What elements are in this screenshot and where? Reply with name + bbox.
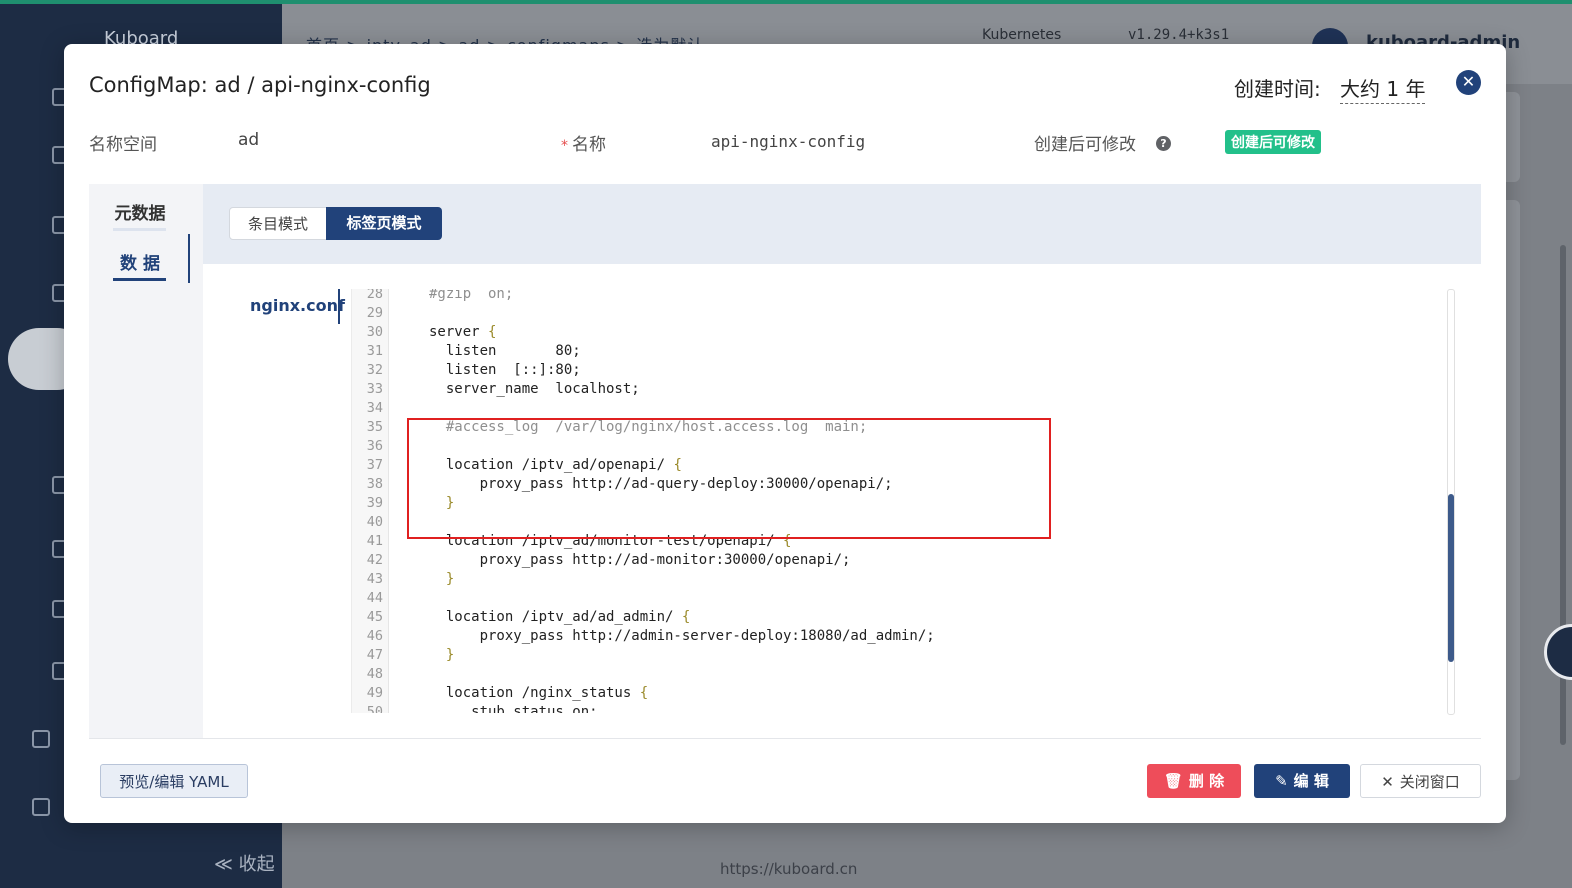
line-number: 34 xyxy=(366,400,383,416)
line-number: 50 xyxy=(366,704,383,713)
configmap-dialog: ConfigMap: ad / api-nginx-config 创建时间: 大… xyxy=(64,44,1506,823)
line-number: 44 xyxy=(366,590,383,606)
editable-tag: 创建后可修改 xyxy=(1225,130,1321,154)
line-number: 28 xyxy=(366,289,383,302)
content-body: nginx.conf 28 #gzip on; 29 30 server { 31 lis… xyxy=(203,264,1481,738)
edit-button[interactable]: ✎ 编 辑 xyxy=(1254,764,1350,798)
line-number: 47 xyxy=(366,647,383,663)
code-line: location /iptv_ad/openapi/ { xyxy=(429,457,682,473)
editor-scrollbar-thumb[interactable] xyxy=(1448,494,1454,662)
code-line: server_name localhost; xyxy=(429,381,640,397)
trash-icon: 🗑 xyxy=(1163,772,1183,790)
code-line: #gzip on; xyxy=(429,289,514,302)
code-line: proxy_pass http://ad-query-deploy:30000/… xyxy=(429,476,893,492)
line-number: 30 xyxy=(366,324,383,340)
file-tab-indicator xyxy=(338,289,340,324)
code-line: server { xyxy=(429,324,497,340)
background-footer: https://kuboard.cn xyxy=(720,860,858,878)
line-number: 49 xyxy=(366,685,383,701)
code-line: proxy_pass http://admin-server-deploy:18… xyxy=(429,628,935,644)
required-star: * xyxy=(561,138,568,154)
line-number: 48 xyxy=(366,666,383,682)
background-k8s-version: v1.29.4+k3s1 xyxy=(1128,27,1230,43)
tab-metadata[interactable]: 元数据 xyxy=(114,199,166,224)
line-number: 43 xyxy=(366,571,383,587)
close-window-label: 关闭窗口 xyxy=(1399,773,1460,791)
code-line: } xyxy=(445,571,455,587)
line-number: 33 xyxy=(366,381,383,397)
line-number: 41 xyxy=(366,533,383,549)
sidebar-external-icon[interactable] xyxy=(32,798,50,816)
mode-toolbar: 条目模式 标签页模式 xyxy=(203,184,1481,264)
code-line: listen [::]:80; xyxy=(429,362,581,378)
code-line: location /iptv_ad/ad_admin/ { xyxy=(429,609,691,625)
line-number: 29 xyxy=(366,305,383,321)
code-line: location /nginx_status { xyxy=(429,685,649,701)
line-number: 39 xyxy=(366,495,383,511)
line-number: 40 xyxy=(366,514,383,530)
name-label: * 名称 xyxy=(561,130,606,155)
code-line: #access_log /var/log/nginx/host.access.l… xyxy=(429,419,868,435)
code-line: proxy_pass http://ad-monitor:30000/opena… xyxy=(429,552,851,568)
name-value: api-nginx-config xyxy=(711,132,866,151)
help-icon[interactable]: ? xyxy=(1156,136,1171,151)
name-label-text: 名称 xyxy=(572,135,606,155)
created-time-label: 创建时间: xyxy=(1234,77,1321,101)
editable-label: 创建后可修改 xyxy=(1034,135,1136,155)
line-number: 46 xyxy=(366,628,383,644)
line-number: 37 xyxy=(366,457,383,473)
tab-data-underline xyxy=(113,278,166,281)
file-tab-nginx-conf[interactable]: nginx.conf xyxy=(250,296,345,315)
pencil-icon: ✎ xyxy=(1275,772,1288,790)
delete-button[interactable]: 🗑 删 除 xyxy=(1147,764,1241,798)
sidebar-lock-icon[interactable] xyxy=(32,730,50,748)
line-number: 35 xyxy=(366,419,383,435)
created-time-value: 大约 1 年 xyxy=(1340,73,1426,104)
sidebar-collapse[interactable]: ≪ 收起 xyxy=(214,850,275,876)
code-line: } xyxy=(445,647,455,663)
line-number: 32 xyxy=(366,362,383,378)
line-number: 45 xyxy=(366,609,383,625)
code-line: } xyxy=(445,495,455,511)
active-tab-indicator xyxy=(188,234,190,283)
namespace-label: 名称空间 xyxy=(89,135,157,155)
code-line: location /iptv_ad/monitor-test/openapi/ … xyxy=(429,533,792,549)
line-number: 42 xyxy=(366,552,383,568)
delete-label: 删 除 xyxy=(1188,772,1225,790)
tab-mode-button[interactable]: 标签页模式 xyxy=(326,207,442,240)
code-editor[interactable]: 28 #gzip on; 29 30 server { 31 listen 80; 32 l… xyxy=(351,289,1451,713)
x-icon: ✕ xyxy=(1381,773,1394,791)
code-line: listen 80; xyxy=(429,343,581,359)
preview-yaml-button[interactable]: 预览/编辑 YAML xyxy=(100,764,248,798)
close-window-button[interactable]: ✕ 关闭窗口 xyxy=(1360,764,1481,798)
data-panel: 元数据 数 据 条目模式 标签页模式 nginx.conf 28 #gzip on… xyxy=(89,184,1481,739)
entry-mode-button[interactable]: 条目模式 xyxy=(229,207,327,240)
namespace-value: ad xyxy=(238,130,260,150)
close-icon[interactable]: ✕ xyxy=(1456,70,1481,95)
edit-label: 编 辑 xyxy=(1293,772,1329,790)
line-number: 36 xyxy=(366,438,383,454)
dialog-title: ConfigMap: ad / api-nginx-config xyxy=(89,73,431,97)
tab-data[interactable]: 数 据 xyxy=(114,249,166,274)
line-number: 31 xyxy=(366,343,383,359)
background-k8s-label: Kubernetes xyxy=(982,27,1062,43)
code-line: stub_status on; xyxy=(429,704,598,713)
line-number: 38 xyxy=(366,476,383,492)
tab-metadata-underline xyxy=(113,228,166,231)
